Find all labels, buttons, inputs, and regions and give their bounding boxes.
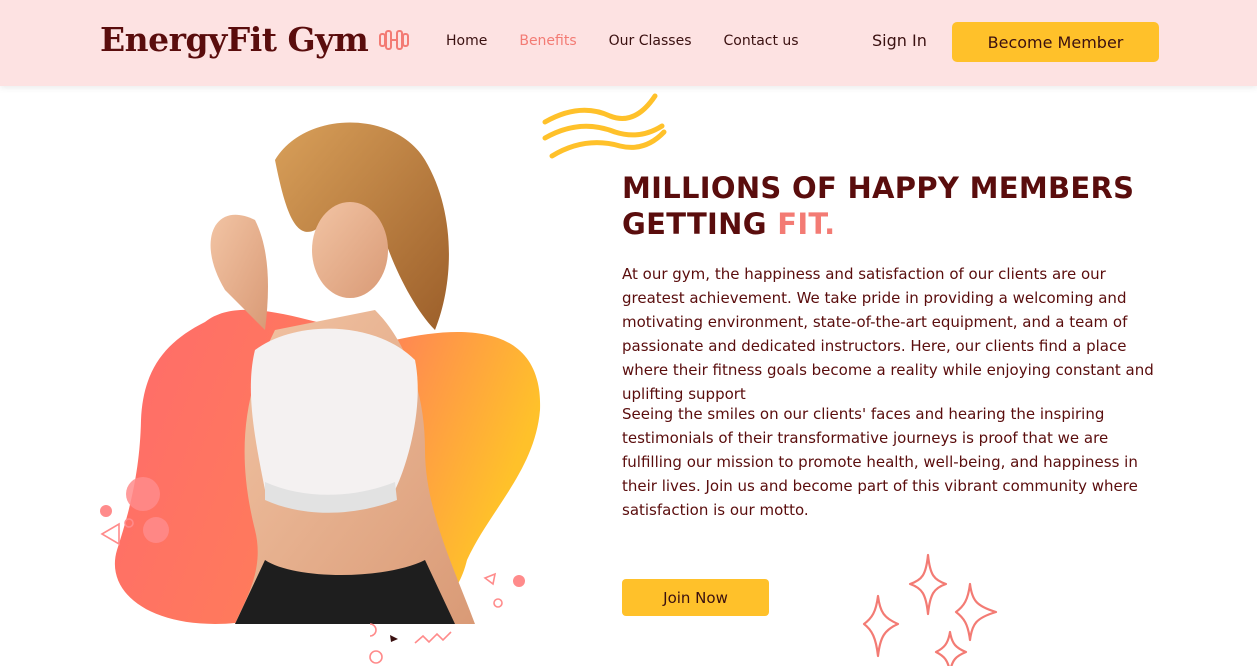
main-menu: Home Benefits Our Classes Contact us [446,33,799,49]
dumbbell-icon [379,29,410,50]
sign-in-link[interactable]: Sign In [872,31,927,50]
hero-paragraph-1: At our gym, the happiness and satisfacti… [622,265,1154,403]
nav-link-our-classes[interactable]: Our Classes [609,33,692,49]
hero-image [100,122,541,664]
brand-name: EnergyFit Gym [100,20,369,59]
become-member-button[interactable]: Become Member [952,22,1159,62]
hero-headline: MILLIONS OF HAPPY MEMBERS GETTING FIT. [622,170,1182,242]
top-navbar: EnergyFit Gym Home Benefits Our Classes … [0,0,1257,86]
brand-logo[interactable]: EnergyFit Gym [100,20,410,59]
yellow-squiggle-decoration [542,93,667,159]
hero-paragraph-2: Seeing the smiles on our clients' faces … [622,405,1138,519]
nav-link-home[interactable]: Home [446,33,487,49]
nav-link-contact-us[interactable]: Contact us [724,33,799,49]
headline-accent: FIT. [777,207,836,241]
sparkles-decoration [862,553,998,666]
nav-link-benefits[interactable]: Benefits [519,33,576,49]
join-now-button[interactable]: Join Now [622,579,769,616]
headline-main: MILLIONS OF HAPPY MEMBERS GETTING [622,171,1135,241]
